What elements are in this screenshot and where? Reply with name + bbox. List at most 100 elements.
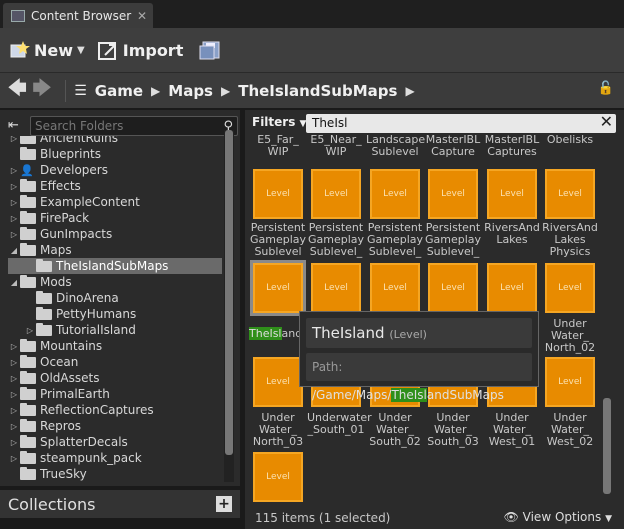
folder-item-ancientruins[interactable]: ▷ AncientRuins [8, 136, 222, 146]
folder-item-mods[interactable]: ◢ Mods [8, 274, 222, 290]
level-asset-tile[interactable]: Level [250, 260, 306, 316]
view-options-button[interactable]: 👁 View Options ▼ [504, 510, 612, 524]
search-folders-input[interactable]: Search Folders ⚲ [30, 116, 238, 136]
folder-item-firepack[interactable]: ▷ FirePack [8, 210, 222, 226]
collections-header[interactable]: Collections + [0, 490, 240, 518]
level-asset-tile[interactable]: Level [545, 263, 595, 313]
folder-item-maps[interactable]: ◢ Maps [8, 242, 222, 258]
level-asset-tile[interactable]: Level [253, 452, 303, 502]
level-asset-tile[interactable]: Level [545, 357, 595, 407]
folder-item-effects[interactable]: ▷ Effects [8, 178, 222, 194]
breadcrumb-game[interactable]: Game [95, 82, 143, 100]
tooltip-path-label: Path: [312, 360, 343, 374]
expand-arrow-icon[interactable]: ▷ [8, 198, 20, 207]
filters-button[interactable]: Filters ▼ [252, 115, 306, 129]
expand-arrow-icon[interactable]: ▷ [8, 406, 20, 415]
tab-title: Content Browser [31, 8, 132, 23]
expand-arrow-icon[interactable]: ▷ [8, 454, 20, 463]
folder-label: TrueSky [40, 467, 87, 481]
asset-scrollbar[interactable] [602, 140, 612, 496]
folder-label: GunImpacts [40, 227, 113, 241]
back-arrow-icon[interactable]: 🡄 [8, 76, 27, 106]
collapse-arrow-icon[interactable]: ◢ [8, 278, 20, 287]
folder-icon [20, 338, 36, 352]
level-type-label: Level [558, 283, 582, 293]
lock-icon[interactable]: 🔓 [598, 81, 614, 96]
folder-item-splatterdecals[interactable]: ▷ SplatterDecals [8, 434, 222, 450]
folder-item-truesky[interactable]: TrueSky [8, 466, 222, 482]
level-asset-tile[interactable]: Level [253, 169, 303, 219]
level-asset-tile[interactable]: Level [487, 263, 537, 313]
breadcrumb-maps[interactable]: Maps [168, 82, 213, 100]
import-label: Import [122, 40, 184, 60]
import-button[interactable]: Import [97, 39, 184, 61]
level-asset-tile[interactable]: Level [428, 169, 478, 219]
folder-item-dinoarena[interactable]: DinoArena [8, 290, 222, 306]
folder-item-tutorialisland[interactable]: ▷ TutorialIsland [8, 322, 222, 338]
level-asset-tile[interactable]: Level [311, 263, 361, 313]
path-bar: 🡄 🡆 ☰ Game ▶ Maps ▶ TheIslandSubMaps ▶ 🔓 [0, 72, 624, 108]
scrollbar-thumb[interactable] [225, 130, 233, 455]
folder-list-icon[interactable]: ☰ [74, 83, 87, 99]
collapse-arrow-icon[interactable]: ◢ [8, 246, 20, 255]
expand-arrow-icon[interactable]: ▷ [24, 326, 36, 335]
level-type-label: Level [266, 189, 290, 199]
folder-item-developers[interactable]: ▷ 👤 Developers [8, 162, 222, 178]
folder-item-blueprints[interactable]: Blueprints [8, 146, 222, 162]
folder-icon [36, 322, 52, 336]
folder-icon [20, 402, 36, 416]
folder-item-primalearth[interactable]: ▷ PrimalEarth [8, 386, 222, 402]
expand-arrow-icon[interactable]: ▷ [8, 374, 20, 383]
folder-icon [36, 258, 52, 272]
tab-content-browser[interactable]: Content Browser ✕ [3, 3, 153, 28]
collections-label: Collections [8, 494, 96, 514]
tab-close-icon[interactable]: ✕ [137, 9, 147, 23]
folder-item-ocean[interactable]: ▷ Ocean [8, 354, 222, 370]
level-asset-tile[interactable]: Level [545, 169, 595, 219]
folder-tree-toggle-icon[interactable]: ⇤ [8, 118, 28, 134]
level-asset-tile[interactable]: Level [370, 169, 420, 219]
level-asset-tile[interactable]: Level [253, 357, 303, 407]
forward-arrow-icon[interactable]: 🡆 [33, 76, 52, 106]
expand-arrow-icon[interactable]: ▷ [8, 230, 20, 239]
clear-search-icon[interactable]: ✕ [600, 112, 613, 131]
breadcrumb-separator-icon[interactable]: ▶ [405, 84, 414, 98]
add-collection-icon[interactable]: + [216, 496, 232, 512]
asset-search-input[interactable]: TheIsl ✕ [306, 112, 616, 133]
scrollbar-thumb[interactable] [603, 398, 611, 494]
level-asset-tile[interactable]: Level [428, 263, 478, 313]
level-type-label: Level [383, 189, 407, 199]
expand-arrow-icon[interactable]: ▷ [8, 390, 20, 399]
expand-arrow-icon[interactable]: ▷ [8, 214, 20, 223]
folder-item-theislandsubmaps[interactable]: TheIslandSubMaps [8, 258, 222, 274]
folder-item-examplecontent[interactable]: ▷ ExampleContent [8, 194, 222, 210]
level-asset-tile[interactable]: Level [370, 263, 420, 313]
expand-arrow-icon[interactable]: ▷ [8, 182, 20, 191]
asset-tooltip: TheIsland (Level) Path: /Game/Maps/TheIs… [299, 311, 539, 402]
save-all-button[interactable] [199, 39, 225, 61]
new-button[interactable]: New ▼ [8, 39, 85, 61]
breadcrumb-separator-icon[interactable]: ▶ [221, 84, 230, 98]
folder-item-steampunk-pack[interactable]: ▷ steampunk_pack [8, 450, 222, 466]
expand-arrow-icon[interactable]: ▷ [8, 358, 20, 367]
folder-scrollbar[interactable] [224, 130, 234, 482]
folder-item-mountains[interactable]: ▷ Mountains [8, 338, 222, 354]
expand-arrow-icon[interactable]: ▷ [8, 422, 20, 431]
expand-arrow-icon[interactable]: ▷ [8, 342, 20, 351]
breadcrumb-separator-icon[interactable]: ▶ [151, 84, 160, 98]
folder-tree: ▷ AncientRuins Blueprints ▷ 👤 Developers ▷ E… [8, 136, 222, 484]
level-asset-tile[interactable]: Level [311, 169, 361, 219]
folder-item-oldassets[interactable]: ▷ OldAssets [8, 370, 222, 386]
toolbar: New ▼ Import [0, 28, 624, 72]
divider [65, 79, 67, 102]
folder-item-reflectioncaptures[interactable]: ▷ ReflectionCaptures [8, 402, 222, 418]
folder-item-pettyhumans[interactable]: PettyHumans [8, 306, 222, 322]
folder-item-repros[interactable]: ▷ Repros [8, 418, 222, 434]
expand-arrow-icon[interactable]: ▷ [8, 166, 20, 175]
level-asset-tile[interactable]: Level [487, 169, 537, 219]
breadcrumb-theislandsubmaps[interactable]: TheIslandSubMaps [238, 82, 397, 100]
expand-arrow-icon[interactable]: ▷ [8, 438, 20, 447]
expand-arrow-icon[interactable]: ▷ [8, 136, 20, 143]
folder-item-gunimpacts[interactable]: ▷ GunImpacts [8, 226, 222, 242]
tooltip-path-highlight: TheIsl [391, 388, 427, 402]
